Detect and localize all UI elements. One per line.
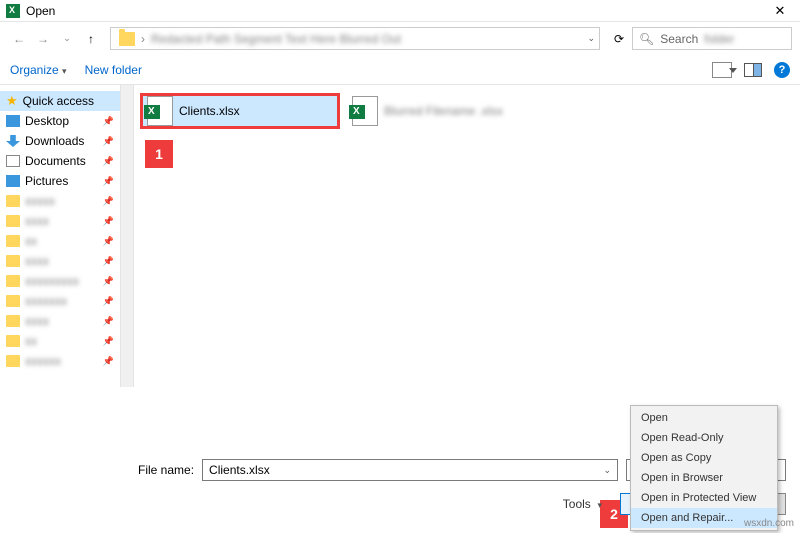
file-item-selected[interactable]: Clients.xlsx (140, 93, 340, 129)
path-segment: Redacted Path Segment Text Here Blurred … (151, 32, 401, 46)
sidebar-folder[interactable]: xxxxxx📌 (0, 351, 120, 371)
menu-open-readonly[interactable]: Open Read-Only (631, 428, 777, 448)
scrollbar[interactable] (120, 85, 134, 387)
folder-icon (119, 32, 135, 46)
new-folder-button[interactable]: New folder (85, 63, 142, 77)
menu-open-copy[interactable]: Open as Copy (631, 448, 777, 468)
window-title: Open (26, 4, 55, 18)
sidebar-folder[interactable]: xxxxx📌 (0, 191, 120, 211)
sidebar-folder[interactable]: xxxx📌 (0, 211, 120, 231)
help-button[interactable]: ? (774, 62, 790, 78)
search-icon: 🔍︎ (639, 32, 654, 46)
filename-input[interactable]: Clients.xlsx⌄ (202, 459, 618, 481)
sidebar-folder[interactable]: xxxx📌 (0, 311, 120, 331)
organize-menu[interactable]: Organize ▾ (10, 63, 67, 77)
menu-open-protected[interactable]: Open in Protected View (631, 488, 777, 508)
search-input[interactable]: 🔍︎ Search folder (632, 27, 792, 50)
star-icon: ★ (6, 93, 18, 109)
nav-forward[interactable]: → (32, 28, 54, 50)
xlsx-icon (352, 96, 378, 126)
sidebar-folder[interactable]: xxxxxxxxx📌 (0, 271, 120, 291)
filename-label: File name: (138, 463, 194, 477)
download-icon (6, 135, 20, 147)
sidebar-folder[interactable]: xx📌 (0, 331, 120, 351)
sidebar-documents[interactable]: Documents📌 (0, 151, 120, 171)
sidebar-desktop[interactable]: Desktop📌 (0, 111, 120, 131)
sidebar-quick-access[interactable]: ★ Quick access (0, 91, 120, 111)
nav-recent[interactable]: ⌄ (56, 28, 78, 50)
tools-menu[interactable]: Tools ▾ (563, 497, 602, 511)
file-name: Blurred Filename .xlsx (384, 104, 503, 118)
excel-icon (6, 4, 20, 18)
desktop-icon (6, 115, 20, 127)
navigation-pane: ★ Quick access Desktop📌 Downloads📌 Docum… (0, 85, 120, 387)
menu-open-browser[interactable]: Open in Browser (631, 468, 777, 488)
sidebar-folder[interactable]: xx📌 (0, 231, 120, 251)
close-button[interactable]: ✕ (760, 0, 800, 22)
sidebar-folder[interactable]: xxxxxxx📌 (0, 291, 120, 311)
address-bar[interactable]: › Redacted Path Segment Text Here Blurre… (110, 27, 600, 50)
file-item[interactable]: Blurred Filename .xlsx (348, 93, 548, 129)
nav-back[interactable]: ← (8, 28, 30, 50)
xlsx-icon (147, 96, 173, 126)
open-dropdown-menu: Open Open Read-Only Open as Copy Open in… (630, 405, 778, 531)
preview-pane-toggle[interactable] (744, 63, 762, 77)
watermark: wsxdn.com (744, 518, 794, 529)
sidebar-downloads[interactable]: Downloads📌 (0, 131, 120, 151)
picture-icon (6, 175, 20, 187)
nav-up[interactable]: ↑ (80, 28, 102, 50)
annotation-1: 1 (145, 140, 173, 168)
menu-open[interactable]: Open (631, 408, 777, 428)
file-name: Clients.xlsx (179, 104, 240, 118)
sidebar-pictures[interactable]: Pictures📌 (0, 171, 120, 191)
pin-icon: 📌 (103, 116, 114, 127)
refresh-button[interactable]: ⟳ (608, 28, 630, 50)
sidebar-folder[interactable]: xxxx📌 (0, 251, 120, 271)
file-list: Clients.xlsx Blurred Filename .xlsx (134, 85, 800, 387)
document-icon (6, 155, 20, 167)
view-options[interactable] (712, 62, 732, 78)
